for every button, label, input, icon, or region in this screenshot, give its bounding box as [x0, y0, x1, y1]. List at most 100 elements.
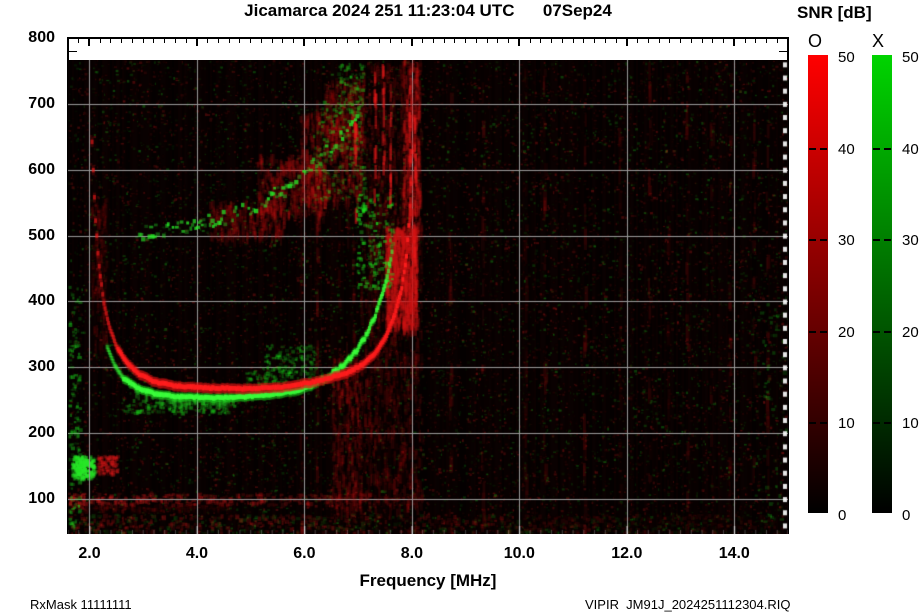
colorbar-o-gradient	[808, 55, 828, 513]
colorbar-x-tick-label: 10	[902, 415, 919, 433]
x-tick-mark	[432, 39, 434, 43]
colorbar-o-mode-label: O	[808, 31, 823, 51]
x-tick-mark	[690, 39, 692, 43]
x-tick-mark	[303, 39, 306, 46]
y-tick-label: 800	[28, 29, 55, 46]
colorbar-tick-dash	[873, 147, 880, 150]
x-tick-mark	[540, 39, 542, 43]
x-tick-label: 14.0	[718, 545, 750, 562]
colorbar-tick-dash	[884, 239, 891, 242]
colorbar-title: SNR [dB]	[797, 3, 872, 22]
colorbar-x-gradient	[872, 55, 892, 513]
x-tick-mark	[131, 39, 133, 43]
x-tick-mark	[67, 39, 69, 43]
x-tick-mark	[443, 39, 445, 43]
colorbar-tick-dash	[884, 422, 891, 425]
x-tick-mark	[497, 39, 499, 43]
x-tick-mark	[164, 39, 166, 43]
x-tick-mark	[658, 39, 660, 43]
x-tick-mark	[637, 39, 639, 43]
y-tick-label: 200	[28, 424, 55, 442]
y-minor-tick-left	[69, 51, 77, 52]
colorbar-x-tick-label: 40	[902, 140, 919, 158]
x-tick-mark	[293, 39, 295, 43]
y-tick-label: 100	[28, 490, 55, 508]
x-tick-mark	[78, 39, 80, 43]
colorbar-tick-dash	[809, 147, 816, 150]
colorbar-x-tick-label: 30	[902, 232, 919, 250]
y-tick-label: 300	[28, 358, 55, 376]
y-tick-label: 400	[28, 292, 55, 310]
x-tick-mark	[368, 39, 370, 43]
footer-filename: VIPIR JM91J_2024251112304.RIQ	[585, 597, 791, 612]
y-tick-label: 500	[28, 226, 55, 244]
colorbar-tick-dash	[884, 330, 891, 333]
colorbar-tick-dash	[873, 239, 880, 242]
x-tick-mark	[400, 39, 402, 43]
x-tick-mark	[314, 39, 316, 43]
colorbar-tick-dash	[809, 422, 816, 425]
x-tick-mark	[604, 39, 606, 43]
x-tick-label: 2.0	[78, 545, 101, 562]
x-tick-mark	[250, 39, 252, 43]
x-tick-mark	[508, 39, 510, 43]
colorbar-o-tick-label: 20	[838, 323, 855, 341]
x-tick-mark	[185, 39, 187, 43]
x-tick-mark	[625, 39, 628, 46]
x-tick-mark	[153, 39, 155, 43]
x-tick-mark	[723, 39, 725, 43]
colorbar-tick-dash	[809, 330, 816, 333]
colorbar-tick-dash	[873, 422, 880, 425]
colorbar-x-tick-label: 0	[902, 507, 911, 524]
x-tick-mark	[776, 39, 778, 43]
x-tick-mark	[389, 39, 391, 43]
x-tick-mark	[615, 39, 617, 43]
x-tick-mark	[217, 39, 219, 43]
y-tick-label: 700	[28, 94, 55, 112]
colorbar-o-tick-label: 30	[838, 232, 855, 250]
x-tick-mark	[379, 39, 381, 43]
x-tick-mark	[594, 39, 596, 43]
x-tick-mark	[422, 39, 424, 43]
x-tick-mark	[529, 39, 531, 43]
x-tick-mark	[325, 39, 327, 43]
colorbar-x-tick-label: 20	[902, 323, 919, 341]
x-tick-label: 8.0	[400, 545, 423, 562]
x-tick-mark	[583, 39, 585, 43]
colorbar-o-tick-label: 10	[838, 415, 855, 433]
x-tick-mark	[712, 39, 714, 43]
x-tick-mark	[744, 39, 746, 43]
x-tick-mark	[755, 39, 757, 43]
colorbar-o-tick-label: 0	[838, 507, 847, 524]
x-axis-title: Frequency [MHz]	[359, 571, 497, 590]
x-tick-mark	[551, 39, 553, 43]
page-title: Jicamarca 2024 251 11:23:04 UTC 07Sep24	[244, 1, 612, 20]
footer-rxmask: RxMask 11111111	[30, 597, 132, 612]
colorbar-tick-dash	[820, 239, 827, 242]
x-tick-label: 4.0	[185, 545, 209, 562]
x-tick-mark	[282, 39, 284, 43]
x-tick-mark	[787, 39, 789, 43]
x-tick-mark	[357, 39, 359, 43]
x-tick-mark	[142, 39, 144, 43]
x-tick-mark	[346, 39, 348, 43]
x-tick-mark	[701, 39, 703, 43]
colorbar-x-mode-label: X	[872, 31, 885, 51]
x-tick-label: 6.0	[293, 545, 316, 562]
x-tick-mark	[465, 39, 467, 43]
x-tick-label: 10.0	[503, 545, 535, 562]
colorbar-tick-dash	[820, 330, 827, 333]
x-tick-mark	[454, 39, 456, 43]
colorbar-tick-dash	[873, 330, 880, 333]
x-tick-mark	[561, 39, 563, 43]
ionogram-canvas	[68, 60, 788, 534]
x-tick-mark	[680, 39, 682, 43]
x-tick-mark	[174, 39, 176, 43]
x-tick-mark	[239, 39, 241, 43]
colorbar-x-tick-label: 50	[902, 49, 919, 66]
x-tick-mark	[110, 39, 112, 43]
x-tick-mark	[486, 39, 488, 43]
colorbar-tick-dash	[820, 147, 827, 150]
colorbar-tick-dash	[809, 239, 816, 242]
x-tick-mark	[336, 39, 338, 43]
